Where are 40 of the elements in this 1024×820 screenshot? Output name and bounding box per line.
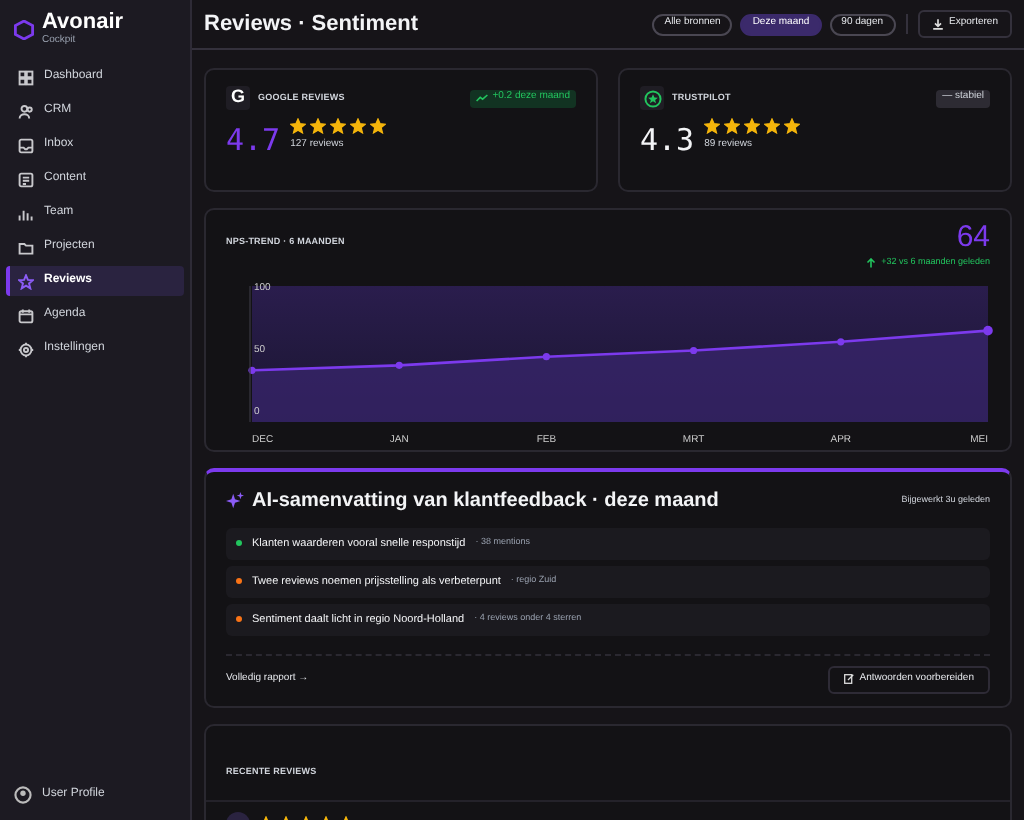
- brand-name: Avonair: [42, 12, 124, 34]
- data-point: [542, 352, 550, 360]
- star-icon: [18, 273, 34, 289]
- google-logo: G: [230, 84, 245, 111]
- star-circle-logo-icon: [643, 89, 661, 107]
- data-point: [248, 365, 256, 374]
- star-icon: [704, 118, 721, 134]
- grid-icon: [18, 69, 34, 85]
- sparkle-icon: [226, 491, 244, 510]
- data-point: [983, 325, 993, 335]
- calendar-icon: [18, 307, 34, 323]
- star-icon: [290, 118, 307, 134]
- hexagon-logo-icon: [14, 19, 34, 39]
- folder-icon: [18, 239, 34, 255]
- trend-up-icon: [476, 94, 489, 102]
- document-icon: [18, 171, 34, 187]
- data-point: [837, 337, 845, 345]
- download-icon: [931, 18, 944, 30]
- rating-score: 4.3: [640, 125, 695, 155]
- summary-title: AI-samenvatting van klantfeedback · deze maand: [252, 487, 719, 516]
- settings-icon: [18, 341, 34, 357]
- data-point: [690, 346, 698, 354]
- star-icon: [350, 118, 367, 134]
- star-icon: [370, 118, 387, 134]
- star-icon: [310, 118, 327, 134]
- star-icon: [724, 118, 741, 134]
- arrow-up-icon: [865, 257, 876, 268]
- people-bars-icon: [18, 205, 34, 221]
- nps-score: 64: [956, 222, 990, 252]
- data-point: [395, 361, 403, 369]
- user-circle-icon: [14, 786, 32, 804]
- page-title: Reviews · Sentiment: [204, 9, 418, 40]
- inbox-icon: [18, 137, 34, 153]
- star-icon: [744, 118, 761, 134]
- users-icon: [18, 103, 34, 119]
- edit-icon: [843, 674, 854, 685]
- star-icon: [330, 118, 347, 134]
- rating-score: 4.7: [226, 125, 281, 155]
- star-icon: [784, 118, 801, 134]
- star-icon: [764, 118, 781, 134]
